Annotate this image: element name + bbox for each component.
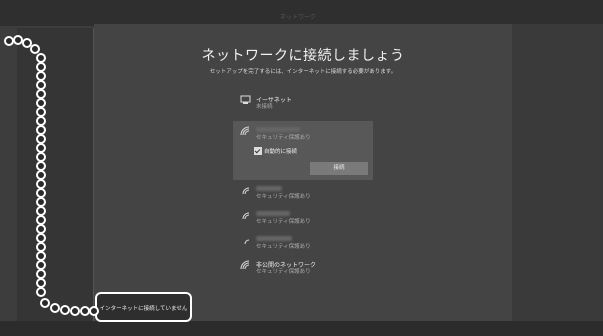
top-strip: ネットワーク	[0, 0, 603, 26]
network-name-blurred	[256, 185, 282, 192]
network-name-blurred	[256, 210, 290, 217]
network-status: セキュリティ保護あり	[256, 219, 311, 225]
wifi-icon	[240, 235, 252, 247]
hidden-network-item[interactable]: 非公開のネットワーク セキュリティ保護あり	[240, 260, 370, 275]
pointer-dot	[89, 306, 99, 316]
wifi-network-item[interactable]: セキュリティ保護あり	[240, 210, 370, 225]
pointer-dot	[50, 303, 60, 313]
oobe-screen: ネットワーク ネットワークに接続しましょう セットアップを完了するには、インター…	[0, 0, 603, 336]
page-subtitle: セットアップを完了するには、インターネットに接続する必要があります。	[209, 69, 397, 75]
ethernet-icon	[240, 95, 252, 107]
pointer-dot	[70, 306, 80, 316]
network-status: セキュリティ保護あり	[256, 135, 311, 141]
wifi-icon	[240, 185, 252, 197]
page-title: ネットワークに接続しましょう	[201, 48, 405, 64]
bottom-bar	[0, 321, 603, 336]
pointer-dot	[60, 305, 70, 315]
no-internet-callout[interactable]: インターネットに接続していません	[95, 292, 192, 322]
connect-button[interactable]: 接続	[310, 162, 368, 175]
ethernet-status: 未接続	[256, 104, 273, 110]
pointer-dot	[40, 298, 50, 308]
auto-connect-checkbox[interactable]	[254, 147, 262, 155]
network-status: セキュリティ保護あり	[256, 194, 311, 200]
hidden-network-status: セキュリティ保護あり	[256, 269, 311, 275]
network-name-blurred	[256, 126, 300, 133]
wifi-icon	[240, 210, 252, 222]
no-internet-button[interactable]: インターネットに接続していません	[97, 304, 190, 312]
network-name-blurred	[256, 235, 292, 242]
right-panel	[512, 24, 603, 321]
pointer-dot	[36, 287, 46, 297]
network-status: セキュリティ保護あり	[256, 244, 311, 250]
wifi-network-selected[interactable]: セキュリティ保護あり	[240, 126, 370, 141]
ethernet-item[interactable]: イーサネット 未接続	[240, 95, 370, 110]
wifi-network-item[interactable]: セキュリティ保護あり	[240, 235, 370, 250]
wifi-network-item[interactable]: セキュリティ保護あり	[240, 185, 370, 200]
left-panel	[17, 28, 94, 321]
auto-connect-label: 自動的に接続	[264, 149, 298, 155]
wifi-icon	[240, 260, 252, 272]
header-label: ネットワーク	[280, 14, 317, 21]
wifi-icon	[240, 126, 252, 138]
